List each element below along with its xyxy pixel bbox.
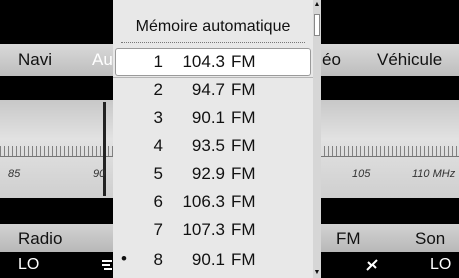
climate-left-level: LO bbox=[18, 256, 40, 273]
station-number: 2 bbox=[153, 80, 163, 99]
station-number: 1 bbox=[153, 52, 163, 71]
popup-scrollbar[interactable]: ▲ ▼ bbox=[313, 0, 321, 278]
title-underline bbox=[121, 42, 305, 43]
station-frequency: 92.9 bbox=[191, 164, 225, 183]
menu-item-navi[interactable]: Navi bbox=[18, 50, 52, 70]
station-list-item[interactable]: 6 106.3 FM bbox=[113, 188, 313, 216]
fan-icon bbox=[102, 260, 112, 270]
scale-label-90: 90 bbox=[93, 168, 106, 180]
station-frequency: 94.7 bbox=[191, 80, 225, 99]
station-band: FM bbox=[231, 108, 256, 127]
scroll-thumb[interactable] bbox=[314, 14, 320, 36]
fan-icon bbox=[366, 259, 378, 271]
menu-item-audio-partial[interactable]: Au bbox=[92, 50, 113, 70]
function-item-son[interactable]: Son bbox=[415, 229, 445, 249]
station-band: FM bbox=[231, 80, 256, 99]
menu-item-video-partial[interactable]: éo bbox=[322, 50, 341, 70]
station-frequency: 104.3 bbox=[182, 52, 225, 71]
scroll-down-icon[interactable]: ▼ bbox=[313, 269, 321, 277]
station-band: FM bbox=[231, 192, 256, 211]
station-number: 7 bbox=[153, 220, 163, 239]
auto-store-popup: Mémoire automatique 1 104.3 FM 2 94.7 FM… bbox=[113, 0, 313, 278]
function-item-radio[interactable]: Radio bbox=[18, 229, 62, 249]
station-band: FM bbox=[231, 52, 256, 71]
scale-label-110: 110 MHz bbox=[412, 168, 456, 180]
station-band: FM bbox=[231, 136, 256, 155]
station-number: 3 bbox=[153, 108, 163, 127]
station-list-item[interactable]: 2 94.7 FM bbox=[113, 76, 313, 104]
active-station-marker: • bbox=[121, 249, 127, 268]
station-number: 8 bbox=[153, 250, 163, 269]
station-frequency: 90.1 bbox=[191, 108, 225, 127]
station-list-item[interactable]: 4 93.5 FM bbox=[113, 132, 313, 160]
station-frequency: 107.3 bbox=[182, 220, 225, 239]
station-list-item[interactable]: 1 104.3 FM bbox=[113, 48, 313, 76]
station-frequency: 90.1 bbox=[191, 250, 225, 269]
scroll-up-icon[interactable]: ▲ bbox=[313, 1, 321, 9]
station-list-item[interactable]: • 8 90.1 FM bbox=[113, 246, 313, 274]
station-list-item[interactable]: 7 107.3 FM bbox=[113, 216, 313, 244]
popup-title: Mémoire automatique bbox=[135, 18, 291, 35]
function-item-fm[interactable]: FM bbox=[336, 229, 361, 249]
station-list-item[interactable]: 5 92.9 FM bbox=[113, 160, 313, 188]
scale-label-105: 105 bbox=[352, 168, 371, 180]
scale-label-85: 85 bbox=[8, 168, 21, 180]
menu-item-vehicule[interactable]: Véhicule bbox=[377, 50, 442, 70]
station-list-item[interactable]: 3 90.1 FM bbox=[113, 104, 313, 132]
climate-right-level: LO bbox=[430, 256, 452, 273]
station-frequency: 106.3 bbox=[182, 192, 225, 211]
station-frequency: 93.5 bbox=[191, 136, 225, 155]
tuning-needle bbox=[103, 102, 106, 196]
station-band: FM bbox=[231, 220, 256, 239]
station-number: 6 bbox=[153, 192, 163, 211]
station-number: 5 bbox=[153, 164, 163, 183]
station-number: 4 bbox=[153, 136, 163, 155]
station-band: FM bbox=[231, 164, 256, 183]
station-band: FM bbox=[231, 250, 256, 269]
